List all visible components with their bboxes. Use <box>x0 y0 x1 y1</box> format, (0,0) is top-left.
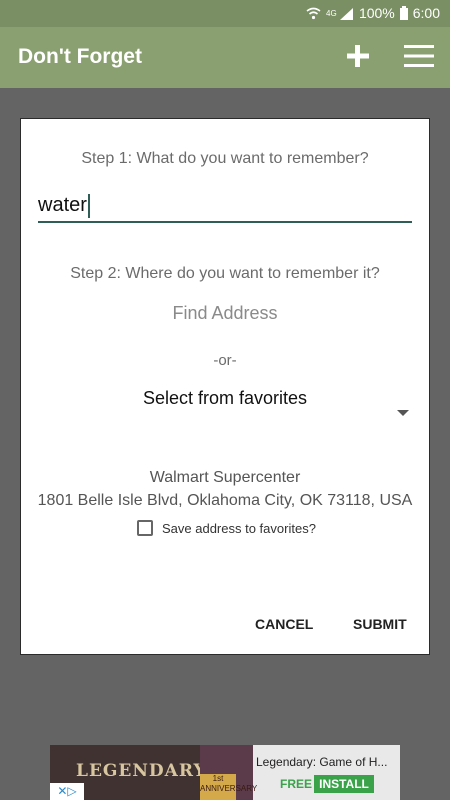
save-favorite-label: Save address to favorites? <box>162 520 316 536</box>
ad-logo-text: LEGENDARY <box>76 761 207 781</box>
ad-banner[interactable]: LEGENDARY 1st ANNIVERSARY Legendary: Gam… <box>50 745 400 800</box>
wifi-icon <box>306 7 321 19</box>
favorites-dropdown[interactable]: Select from favorites <box>21 385 429 433</box>
step2-label: Step 2: Where do you want to remember it… <box>70 265 380 282</box>
submit-button[interactable]: SUBMIT <box>353 616 407 632</box>
or-divider: -or- <box>213 352 237 369</box>
battery-icon <box>399 6 408 20</box>
add-icon <box>347 45 369 67</box>
status-bar: 4G 100% 6:00 <box>0 0 450 27</box>
cancel-button[interactable]: CANCEL <box>255 616 313 632</box>
ad-anniversary-badge: 1st ANNIVERSARY <box>200 774 257 800</box>
memo-input[interactable] <box>38 191 412 223</box>
status-time: 6:00 <box>412 5 440 21</box>
ad-install-button[interactable]: INSTALL <box>314 775 374 793</box>
place-name: Walmart Supercenter <box>149 469 301 486</box>
ad-title: Legendary: Game of H... <box>256 755 388 769</box>
4g-signal-icon: 4G <box>326 7 353 20</box>
svg-text:4G: 4G <box>326 9 337 18</box>
step1-label: Step 1: What do you want to remember? <box>81 150 369 167</box>
place-address: 1801 Belle Isle Blvd, Oklahoma City, OK … <box>37 492 413 509</box>
app-bar: Don't Forget <box>0 27 450 88</box>
menu-button[interactable] <box>403 42 435 70</box>
app-title: Don't Forget <box>18 45 142 68</box>
status-icons: 4G 100% 6:00 <box>306 5 440 21</box>
dropdown-arrow-icon <box>397 410 409 416</box>
save-favorite-checkbox[interactable] <box>137 520 153 536</box>
save-favorite-row[interactable]: Save address to favorites? <box>137 520 316 536</box>
menu-icon <box>404 45 434 67</box>
battery-percent: 100% <box>358 5 395 21</box>
ad-choices-icon[interactable]: ✕▷ <box>50 783 84 800</box>
find-address-button[interactable]: Find Address <box>21 303 429 324</box>
ad-free-label: FREE <box>280 777 313 791</box>
add-button[interactable] <box>343 41 373 71</box>
text-cursor <box>88 194 90 218</box>
favorites-selected-value: Select from favorites <box>142 388 308 408</box>
reminder-dialog: Step 1: What do you want to remember? St… <box>20 118 430 655</box>
